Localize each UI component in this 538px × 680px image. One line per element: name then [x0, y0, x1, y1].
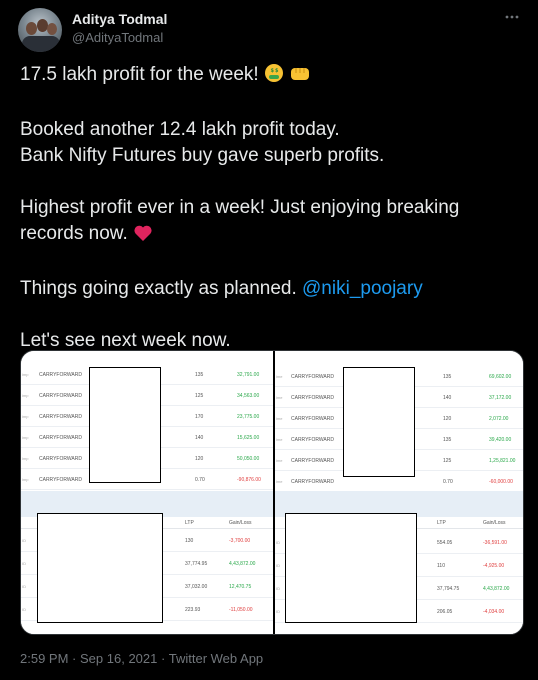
row-qty: 140	[443, 395, 452, 401]
redaction-box	[285, 513, 417, 623]
avatar[interactable]	[18, 8, 62, 52]
header-ltp: LTP	[437, 520, 446, 526]
screenshot-left: imp CARRYFORWARD 135 32,791.00 imp CARRY…	[21, 351, 273, 634]
row-pl: -90,876.00	[237, 477, 261, 483]
row-pl: 32,791.00	[237, 372, 260, 378]
row-label: CARRYFORWARD	[291, 479, 334, 485]
row-qty: 135	[443, 374, 452, 380]
row-ltp: 223.93	[185, 607, 201, 613]
row-label: CARRYFORWARD	[291, 437, 334, 443]
tweet-time[interactable]: 2:59 PM	[20, 651, 68, 666]
row-label: CARRYFORWARD	[291, 458, 334, 464]
tweet-line-3: Bank Nifty Futures buy gave superb profi…	[20, 145, 385, 166]
row-pl: 1,25,821.00	[489, 458, 516, 464]
svg-text:$: $	[275, 68, 279, 74]
redaction-box	[343, 367, 415, 477]
tweet-timestamp[interactable]: 2:59 PM · Sep 16, 2021 · Twitter Web App	[20, 651, 263, 666]
tweet-text: 17.5 lakh profit for the week! $ $ Booked…	[20, 62, 520, 380]
redaction-box	[89, 367, 161, 483]
tweet-line-5: Things going exactly as planned. @niki_p…	[20, 276, 520, 302]
row-gain-loss: -4,034.00	[483, 609, 505, 615]
row-gain-loss: 12,470.75	[229, 584, 252, 590]
tweet-line-2: Booked another 12.4 lakh profit today.	[20, 119, 340, 140]
row-gain-loss: -3,700.00	[229, 538, 251, 544]
row-ltp: 37,794.75	[437, 586, 460, 592]
author-handle[interactable]: @AdityaTodmal	[72, 30, 163, 45]
row-label: CARRYFORWARD	[291, 416, 334, 422]
row-pl: 34,563.00	[237, 393, 260, 399]
row-qty: 0.70	[195, 477, 205, 483]
row-gain-loss: -11,050.00	[229, 607, 253, 613]
row-qty: 170	[195, 414, 204, 420]
row-gain-loss: 4,43,872.00	[229, 561, 256, 567]
tweet-line-1: 17.5 lakh profit for the week! $ $	[20, 62, 520, 91]
row-pl: 69,602.00	[489, 374, 512, 380]
row-qty: 125	[195, 393, 204, 399]
tweet-header: Aditya Todmal @AdityaTodmal	[18, 8, 524, 52]
tweet-line-1-text: 17.5 lakh profit for the week!	[20, 64, 259, 85]
header-ltp: LTP	[185, 520, 194, 526]
row-pl: -60,000.00	[489, 479, 513, 485]
tweet-date[interactable]: Sep 16, 2021	[80, 651, 157, 666]
row-pl: 39,420.00	[489, 437, 512, 443]
row-ltp: 130	[185, 538, 194, 544]
row-label: CARRYFORWARD	[39, 435, 82, 441]
row-qty: 0.70	[443, 479, 453, 485]
row-ltp: 37,032.00	[185, 584, 208, 590]
separator: ·	[161, 651, 166, 666]
row-qty: 140	[195, 435, 204, 441]
row-label: CARRYFORWARD	[39, 477, 82, 483]
tweet-source[interactable]: Twitter Web App	[169, 651, 263, 666]
oncoming-fist-emoji	[289, 63, 311, 91]
more-options-icon[interactable]	[500, 8, 524, 30]
row-pl: 15,625.00	[237, 435, 260, 441]
tweet-line-4-text: Highest profit ever in a week! Just enjo…	[20, 197, 460, 244]
row-label: CARRYFORWARD	[291, 395, 334, 401]
row-gain-loss: -36,591.00	[483, 540, 507, 546]
row-pl: 50,050.00	[237, 456, 260, 462]
row-ltp: 206.05	[437, 609, 453, 615]
row-pl: 37,172.00	[489, 395, 512, 401]
header-gain-loss: Gain/Loss	[483, 520, 506, 526]
tweet-media-image[interactable]: imp CARRYFORWARD 135 32,791.00 imp CARRY…	[20, 350, 524, 635]
separator: ·	[72, 651, 77, 666]
svg-text:$: $	[270, 68, 274, 74]
screenshot-right: ime CARRYFORWARD 135 69,602.00 ime CARRY…	[275, 351, 523, 634]
row-qty: 125	[443, 458, 452, 464]
row-label: CARRYFORWARD	[39, 372, 82, 378]
row-label: CARRYFORWARD	[39, 414, 82, 420]
tweet-line-5-text: Things going exactly as planned.	[20, 278, 297, 299]
row-qty: 120	[443, 416, 452, 422]
mention-link[interactable]: @niki_poojary	[302, 278, 423, 299]
row-ltp: 37,774.95	[185, 561, 208, 567]
redaction-box	[37, 513, 163, 623]
author-name[interactable]: Aditya Todmal	[72, 11, 167, 27]
row-pl: 23,775.00	[237, 414, 260, 420]
row-gain-loss: -4,925.00	[483, 563, 505, 569]
row-pl: 2,072.00	[489, 416, 509, 422]
row-label: CARRYFORWARD	[291, 374, 334, 380]
row-label: CARRYFORWARD	[39, 393, 82, 399]
row-ltp: 110	[437, 563, 445, 569]
row-qty: 135	[195, 372, 204, 378]
money-mouth-face-emoji: $ $	[264, 63, 284, 91]
row-qty: 120	[195, 456, 204, 462]
red-heart-emoji	[133, 224, 153, 250]
header-gain-loss: Gain/Loss	[229, 520, 252, 526]
row-qty: 135	[443, 437, 452, 443]
row-gain-loss: 4,43,872.00	[483, 586, 510, 592]
row-label: CARRYFORWARD	[39, 456, 82, 462]
tweet-line-4: Highest profit ever in a week! Just enjo…	[20, 195, 520, 250]
row-ltp: 554.05	[437, 540, 453, 546]
